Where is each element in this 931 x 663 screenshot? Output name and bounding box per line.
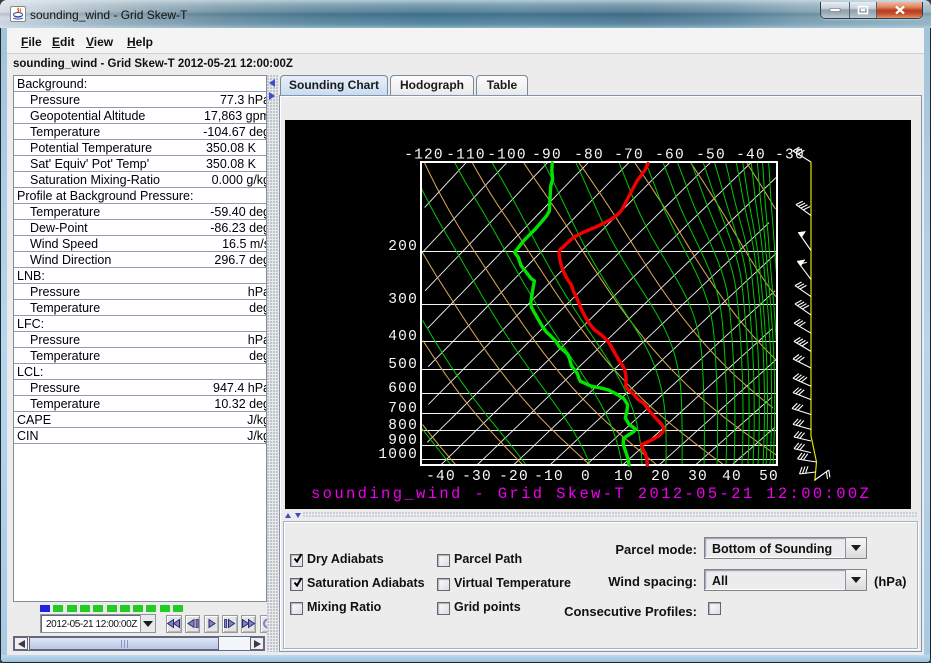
svg-text:-100: -100 (487, 148, 527, 164)
svg-text:-30: -30 (462, 469, 492, 485)
svg-text:-20: -20 (499, 469, 529, 485)
svg-text:-60: -60 (655, 148, 685, 164)
svg-text:40: 40 (722, 469, 742, 485)
svg-text:-70: -70 (614, 148, 644, 164)
svg-text:600: 600 (388, 381, 418, 397)
svg-text:-50: -50 (696, 148, 726, 164)
svg-text:sounding_wind - Grid Skew-T 20: sounding_wind - Grid Skew-T 2012-05-21 1… (311, 485, 871, 503)
svg-text:800: 800 (388, 418, 418, 434)
svg-text:-40: -40 (736, 148, 766, 164)
svg-text:-10: -10 (534, 469, 564, 485)
svg-text:20: 20 (651, 469, 671, 485)
svg-text:-90: -90 (532, 148, 562, 164)
svg-text:-80: -80 (574, 148, 604, 164)
svg-text:1000: 1000 (378, 447, 418, 463)
svg-text:10: 10 (614, 469, 634, 485)
svg-text:-120: -120 (404, 148, 444, 164)
svg-text:500: 500 (388, 357, 418, 373)
svg-text:-30: -30 (775, 148, 805, 164)
svg-text:-110: -110 (446, 148, 486, 164)
svg-text:400: 400 (388, 329, 418, 345)
svg-text:30: 30 (688, 469, 708, 485)
svg-text:-40: -40 (426, 469, 456, 485)
svg-text:200: 200 (388, 239, 418, 255)
svg-text:300: 300 (388, 292, 418, 308)
svg-text:0: 0 (581, 469, 591, 485)
svg-text:50: 50 (759, 469, 779, 485)
svg-text:700: 700 (388, 401, 418, 417)
